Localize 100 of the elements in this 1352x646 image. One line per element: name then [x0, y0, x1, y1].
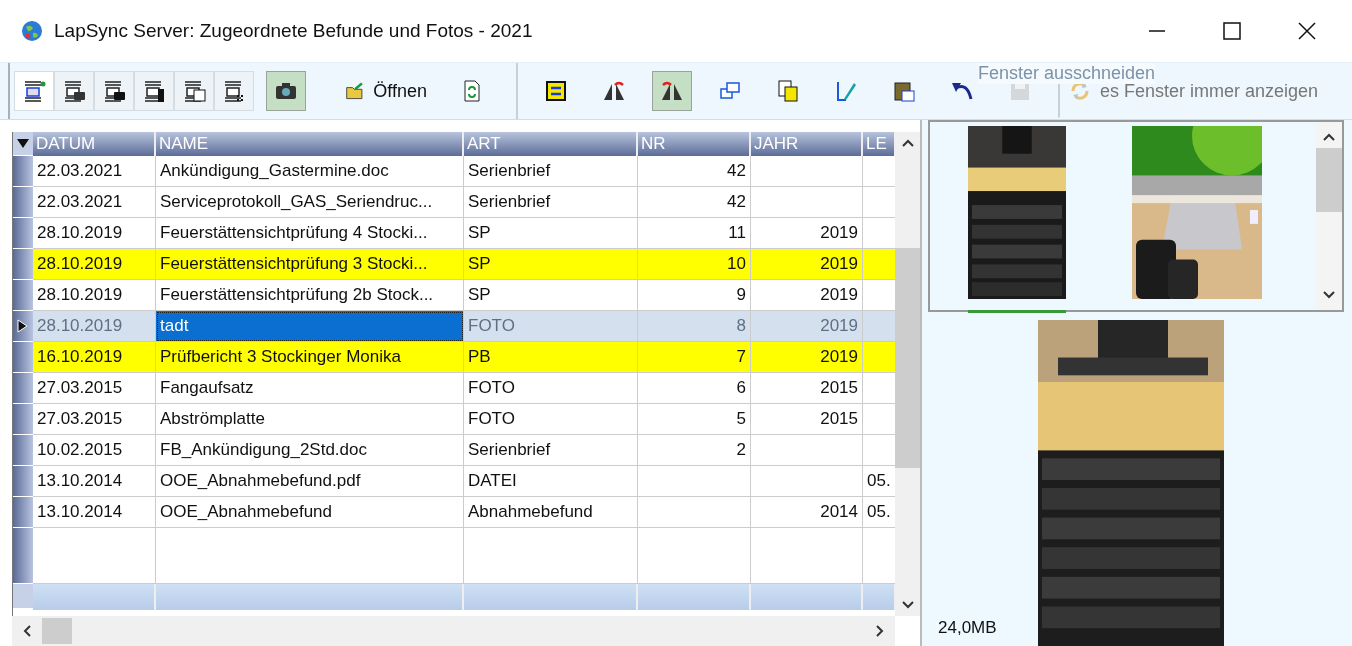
scroll-thumb[interactable]: [42, 618, 72, 644]
column-header[interactable]: ART: [464, 132, 638, 156]
table-cell: 13.10.2014: [33, 466, 156, 497]
scroll-right-icon[interactable]: [875, 624, 885, 638]
column-header[interactable]: NR: [638, 132, 751, 156]
mirror-right-icon: [660, 79, 684, 103]
table-cell: [863, 249, 895, 280]
vertical-scrollbar[interactable]: [895, 132, 920, 616]
footer-row-header: [13, 584, 33, 609]
pen-icon: [834, 79, 858, 103]
app-globe-icon: [20, 19, 44, 43]
table-cell: DATEI: [464, 466, 638, 497]
table-cell: 2: [638, 435, 751, 466]
scroll-down-icon[interactable]: [1322, 290, 1336, 300]
row-header[interactable]: [13, 156, 33, 187]
table-cell: 2019: [751, 342, 863, 373]
table-cell: Serienbrief: [464, 435, 638, 466]
table-cell: 28.10.2019: [33, 311, 156, 342]
window-title: LapSync Server: Zugeordnete Befunde und Fotos - 2021: [54, 20, 533, 42]
table-cell: 42: [638, 156, 751, 187]
list-flashlight-icon: [142, 79, 166, 103]
mirror-left-icon: [602, 79, 626, 103]
sort-indicator[interactable]: [13, 132, 33, 156]
table-cell: [863, 311, 895, 342]
list-camera-dark-button[interactable]: [94, 71, 134, 111]
column-header[interactable]: DATUM: [33, 132, 156, 156]
thumbnail-scrollbar[interactable]: [1316, 122, 1342, 310]
crop-icon: [544, 79, 568, 103]
scroll-left-icon[interactable]: [22, 624, 32, 638]
table-cell: PB: [464, 342, 638, 373]
row-header[interactable]: [13, 280, 33, 311]
scroll-thumb[interactable]: [1316, 148, 1342, 212]
table-cell: 42: [638, 187, 751, 218]
maximize-icon[interactable]: [1223, 22, 1241, 40]
copy-icon: [776, 79, 800, 103]
table-cell: 2019: [751, 249, 863, 280]
current-row-indicator[interactable]: [13, 311, 33, 342]
table-cell: 22.03.2021: [33, 187, 156, 218]
table-cell: 7: [638, 342, 751, 373]
row-header[interactable]: [13, 404, 33, 435]
row-header[interactable]: [13, 342, 33, 373]
column-header[interactable]: JAHR: [751, 132, 863, 156]
row-header[interactable]: [13, 466, 33, 497]
close-icon[interactable]: [1298, 22, 1316, 40]
row-header[interactable]: [13, 528, 33, 584]
mirror-right-button[interactable]: [652, 71, 692, 111]
table-cell: 2014: [751, 497, 863, 528]
table-cell: 2019: [751, 311, 863, 342]
list-camera-button[interactable]: [54, 71, 94, 111]
table-cell: Serienbrief: [464, 187, 638, 218]
table-cell: Serienbrief: [464, 156, 638, 187]
table-cell: 13.10.2014: [33, 497, 156, 528]
table-cell: Abströmplatte: [156, 404, 464, 435]
table-cell: 16.10.2019: [33, 342, 156, 373]
row-header[interactable]: [13, 249, 33, 280]
table-cell: FOTO: [464, 373, 638, 404]
list-grid-icon: [222, 79, 246, 103]
table-cell: Fangaufsatz: [156, 373, 464, 404]
tooltip: Fenster ausschneiden: [978, 63, 1156, 84]
table-cell: 5: [638, 404, 751, 435]
list-camera-icon: [102, 79, 126, 103]
table-cell: 27.03.2015: [33, 373, 156, 404]
table-cell: tadt: [156, 311, 464, 342]
file-size: 24,0MB: [938, 618, 998, 638]
row-header[interactable]: [13, 373, 33, 404]
list-camera-icon: [62, 79, 86, 103]
table-cell: 22.03.2021: [33, 156, 156, 187]
list-flash-button[interactable]: [134, 71, 174, 111]
scroll-up-icon[interactable]: [1322, 132, 1336, 142]
table-cell: FOTO: [464, 404, 638, 435]
list-add-button[interactable]: [14, 71, 54, 111]
list-plus-icon: [22, 79, 46, 103]
table-cell: 6: [638, 373, 751, 404]
table-cell: 10.02.2015: [33, 435, 156, 466]
horizontal-scrollbar[interactable]: [12, 616, 895, 646]
table-cell: Abnahmebefund: [464, 497, 638, 528]
table-cell: 2015: [751, 404, 863, 435]
table-cell: 2015: [751, 373, 863, 404]
footer-cell: [863, 584, 895, 610]
scroll-down-icon[interactable]: [900, 600, 915, 610]
open-button[interactable]: Öffnen: [338, 71, 434, 111]
row-header[interactable]: [13, 218, 33, 249]
table-cell: Prüfbericht 3 Stockinger Monika: [156, 342, 464, 373]
camera-button[interactable]: [266, 71, 306, 111]
table-cell: OOE_Abnahmebefund.pdf: [156, 466, 464, 497]
scroll-up-icon[interactable]: [900, 138, 915, 148]
row-header[interactable]: [13, 187, 33, 218]
scroll-thumb[interactable]: [895, 248, 920, 468]
row-header[interactable]: [13, 497, 33, 528]
list-calendar-button[interactable]: [174, 71, 214, 111]
table-cell: 8: [638, 311, 751, 342]
column-header[interactable]: LE: [863, 132, 895, 156]
list-calendar-icon: [182, 79, 206, 103]
table-cell: 10: [638, 249, 751, 280]
paste-icon: [892, 79, 916, 103]
row-header[interactable]: [13, 435, 33, 466]
column-header[interactable]: NAME: [156, 132, 464, 156]
table-cell: 28.10.2019: [33, 249, 156, 280]
table-cell: FOTO: [464, 311, 638, 342]
list-grid-button[interactable]: [214, 71, 254, 111]
